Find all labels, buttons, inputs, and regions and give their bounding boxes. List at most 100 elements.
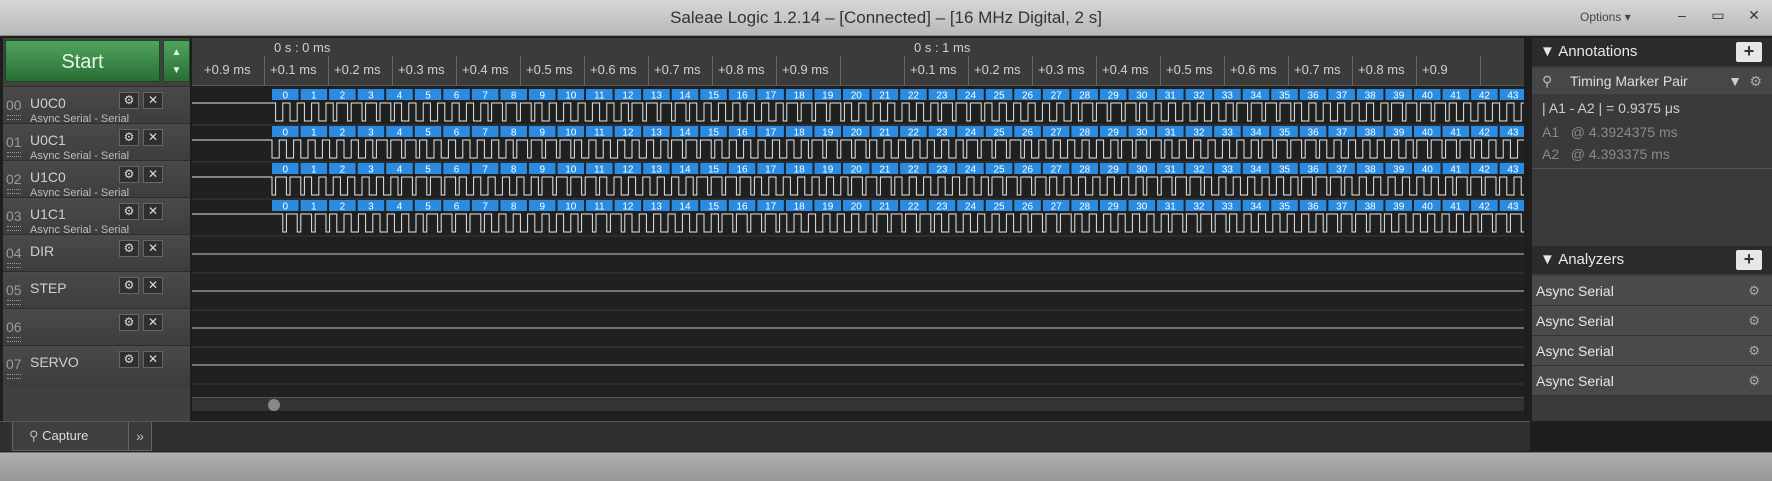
drag-grip-icon[interactable] (7, 115, 21, 120)
decoded-frame-label: 26 (1022, 91, 1034, 102)
tab-capture[interactable]: ⚲ Capture (12, 422, 130, 451)
decoded-frame-label: 35 (1279, 91, 1291, 102)
close-icon[interactable]: ✕ (143, 277, 163, 294)
decoded-frame-label: 4 (397, 91, 403, 102)
gear-icon[interactable]: ⚙ (1749, 68, 1762, 94)
close-icon[interactable]: ✕ (143, 351, 163, 368)
decoded-frame-label: 15 (708, 91, 720, 102)
decoded-frame-label: 9 (539, 202, 545, 213)
channel-row[interactable]: 00 U0C0 Async Serial - Serial ⚙ ✕ (3, 86, 190, 127)
decoded-frame-label: 20 (851, 165, 863, 176)
channel-row[interactable]: 04 DIR ⚙ ✕ (3, 234, 190, 275)
decoded-frame-label: 31 (1165, 165, 1177, 176)
analyzer-item[interactable]: Async Serial ⚙ (1532, 276, 1772, 306)
channel-name[interactable]: U0C0 (30, 95, 66, 111)
start-options-arrows[interactable]: ▲ ▼ (163, 40, 190, 82)
analyzer-item[interactable]: Async Serial ⚙ (1532, 306, 1772, 336)
channel-name[interactable]: U0C1 (30, 132, 66, 148)
gear-icon[interactable]: ⚙ (1748, 276, 1760, 306)
gear-icon[interactable]: ⚙ (119, 277, 139, 294)
gear-icon[interactable]: ⚙ (1748, 366, 1760, 396)
decoded-frame-label: 21 (879, 202, 891, 213)
waveform-area[interactable]: 0 s : 0 ms 0 s : 1 ms +0.9 ms +0.1 ms +0.2 m… (192, 38, 1524, 421)
time-ruler[interactable]: 0 s : 0 ms 0 s : 1 ms +0.9 ms +0.1 ms +0.2 m… (192, 38, 1524, 86)
decoded-frame-label: 18 (794, 91, 806, 102)
close-icon[interactable]: ✕ (143, 314, 163, 331)
gear-icon[interactable]: ⚙ (119, 351, 139, 368)
start-button[interactable]: Start (5, 40, 160, 82)
add-annotation-button[interactable]: + (1736, 42, 1762, 62)
gear-icon[interactable]: ⚙ (119, 166, 139, 183)
ruler-minor-label: +0.7 ms (654, 62, 701, 77)
channel-number: 01 (6, 134, 22, 150)
decoded-frame-label: 17 (765, 128, 777, 139)
analyzers-header[interactable]: ▼ Analyzers + (1532, 246, 1772, 274)
decoded-frame-label: 40 (1422, 165, 1434, 176)
gear-icon[interactable]: ⚙ (1748, 336, 1760, 366)
decoded-frame-label: 1 (311, 128, 317, 139)
options-menu[interactable]: Options ▾ (1580, 10, 1631, 24)
channel-row[interactable]: 05 STEP ⚙ ✕ (3, 271, 190, 312)
decoded-frame-label: 16 (737, 165, 749, 176)
close-icon[interactable]: ✕ (143, 92, 163, 109)
scrollbar-thumb[interactable] (268, 399, 280, 411)
drag-grip-icon[interactable] (7, 374, 21, 379)
drag-grip-icon[interactable] (7, 300, 21, 305)
channel-name[interactable]: STEP (30, 280, 67, 296)
gear-icon[interactable]: ⚙ (1748, 306, 1760, 336)
channel-row[interactable]: 07 SERVO ⚙ ✕ (3, 345, 190, 386)
chevron-down-icon[interactable]: ▼ (1728, 68, 1742, 94)
drag-grip-icon[interactable] (7, 263, 21, 268)
decoded-frame-label: 20 (851, 91, 863, 102)
channel-row[interactable]: 03 U1C1 Async Serial - Serial ⚙ ✕ (3, 197, 190, 238)
decoded-frame-label: 25 (993, 128, 1005, 139)
analyzer-item[interactable]: Async Serial ⚙ (1532, 336, 1772, 366)
gear-icon[interactable]: ⚙ (119, 203, 139, 220)
decoded-frame-label: 36 (1308, 91, 1320, 102)
drag-grip-icon[interactable] (7, 337, 21, 342)
close-icon[interactable]: ✕ (143, 203, 163, 220)
channel-name[interactable]: DIR (30, 243, 54, 259)
gear-icon[interactable]: ⚙ (119, 240, 139, 257)
analyzer-item[interactable]: Async Serial ⚙ (1532, 366, 1772, 396)
decoded-frame-label: 39 (1393, 128, 1405, 139)
gear-icon[interactable]: ⚙ (119, 314, 139, 331)
minimize-button[interactable]: – (1670, 6, 1694, 26)
annotations-header[interactable]: ▼ Annotations + (1532, 38, 1772, 66)
marker-difference: | A1 - A2 | = 0.9375 μs (1542, 100, 1680, 116)
close-icon[interactable]: ✕ (143, 129, 163, 146)
decoded-frame-label: 25 (993, 91, 1005, 102)
serial-trace (192, 102, 1524, 122)
title-bar: Saleae Logic 1.2.14 – [Connected] – [16 … (0, 0, 1772, 36)
decoded-frame-label: 31 (1165, 202, 1177, 213)
maximize-button[interactable]: ▭ (1706, 6, 1730, 26)
decoded-frame-label: 15 (708, 202, 720, 213)
horizontal-scrollbar[interactable] (192, 397, 1524, 411)
channel-name[interactable]: U1C1 (30, 206, 66, 222)
decoded-frame-label: 19 (822, 165, 834, 176)
decoded-frame-label: 29 (1108, 165, 1120, 176)
serial-trace (192, 176, 1524, 196)
channel-row[interactable]: 02 U1C0 Async Serial - Serial ⚙ ✕ (3, 160, 190, 201)
serial-trace (192, 213, 1524, 233)
decoded-frame-label: 0 (282, 128, 288, 139)
close-button[interactable]: ✕ (1742, 6, 1766, 26)
gear-icon[interactable]: ⚙ (119, 129, 139, 146)
timing-marker-dropdown[interactable]: ⚲ Timing Marker Pair ▼ ⚙ (1532, 68, 1772, 94)
drag-grip-icon[interactable] (7, 189, 21, 194)
channel-row[interactable]: 01 U0C1 Async Serial - Serial ⚙ ✕ (3, 123, 190, 164)
channel-row[interactable]: 06 ⚙ ✕ (3, 308, 190, 349)
channel-name[interactable]: SERVO (30, 354, 79, 370)
decoded-frame-label: 10 (565, 165, 577, 176)
channel-name[interactable]: U1C0 (30, 169, 66, 185)
close-icon[interactable]: ✕ (143, 166, 163, 183)
gear-icon[interactable]: ⚙ (119, 92, 139, 109)
decoded-frame-label: 23 (936, 165, 948, 176)
drag-grip-icon[interactable] (7, 152, 21, 157)
decoded-frame-label: 12 (622, 165, 634, 176)
drag-grip-icon[interactable] (7, 226, 21, 231)
more-tabs-button[interactable]: » (128, 422, 152, 451)
decoded-frame-label: 14 (679, 165, 691, 176)
add-analyzer-button[interactable]: + (1736, 250, 1762, 270)
close-icon[interactable]: ✕ (143, 240, 163, 257)
